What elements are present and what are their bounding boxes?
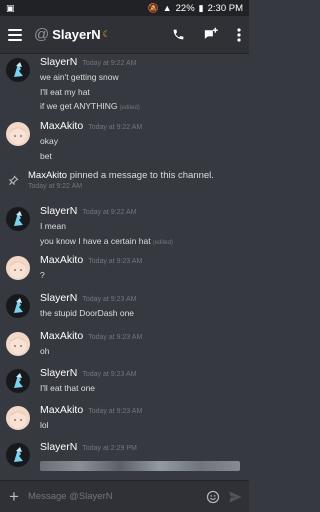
message-input[interactable] xyxy=(28,491,198,502)
message-text: bet xyxy=(40,150,52,161)
message-line-with-edit: if we get ANYTHING (edited) xyxy=(40,99,245,114)
message-list: SlayerN Today at 9:22 AM we ain't gettin… xyxy=(0,54,249,480)
author-name[interactable]: SlayerN xyxy=(40,205,77,217)
avatar[interactable] xyxy=(6,122,30,146)
image-attachment-preview[interactable] xyxy=(40,461,240,471)
message-text: ? xyxy=(40,270,45,280)
avatar[interactable] xyxy=(6,369,30,393)
timestamp: Today at 9:22 AM xyxy=(28,183,83,190)
avatar[interactable] xyxy=(6,294,30,318)
idle-status-icon: ☾ xyxy=(102,29,111,39)
timestamp: Today at 9:22 AM xyxy=(82,60,137,67)
avatar[interactable] xyxy=(6,256,30,280)
pinner-name[interactable]: MaxAkito xyxy=(28,170,67,181)
send-icon[interactable] xyxy=(228,490,243,504)
pin-notice-text: MaxAkito pinned a message to this channe… xyxy=(28,170,214,181)
message-text: you know I have a certain hat xyxy=(40,235,151,246)
author-name[interactable]: MaxAkito xyxy=(40,330,83,342)
timestamp: Today at 9:23 AM xyxy=(88,258,143,265)
edited-label: (edited) xyxy=(119,105,140,111)
author-name[interactable]: SlayerN xyxy=(40,441,77,453)
timestamp: Today at 2:29 PM xyxy=(82,445,137,452)
status-bar: ▣ 🔕 ▲ 22% ▮ 2:30 PM xyxy=(0,0,249,16)
battery-level: 22% xyxy=(175,2,195,14)
timestamp: Today at 9:22 AM xyxy=(88,124,143,131)
timestamp: Today at 9:23 AM xyxy=(88,408,143,415)
mute-icon: 🔕 xyxy=(147,2,159,13)
author-name[interactable]: SlayerN xyxy=(40,56,77,68)
message-composer: + xyxy=(0,480,249,512)
avatar[interactable] xyxy=(6,58,30,82)
emoji-icon[interactable] xyxy=(206,490,220,504)
timestamp: Today at 9:23 AM xyxy=(82,371,137,378)
author-name[interactable]: SlayerN xyxy=(40,292,77,304)
avatar[interactable] xyxy=(6,332,30,356)
author-name[interactable]: MaxAkito xyxy=(40,404,83,416)
message-text: I'll eat that one xyxy=(40,383,96,393)
message-text: I mean xyxy=(40,221,66,231)
message-text: oh xyxy=(40,346,50,356)
author-name[interactable]: SlayerN xyxy=(40,367,77,379)
avatar[interactable] xyxy=(6,406,30,430)
dm-title: SlayerN xyxy=(52,27,101,42)
timestamp: Today at 9:23 AM xyxy=(82,296,137,303)
channel-header: @ SlayerN ☾ xyxy=(0,16,249,54)
edited-label: (edited) xyxy=(152,239,173,246)
menu-icon[interactable] xyxy=(8,28,22,41)
author-name[interactable]: MaxAkito xyxy=(40,120,83,132)
message-text: if we get ANYTHING xyxy=(40,101,118,111)
gallery-notification-icon: ▣ xyxy=(6,2,15,13)
message-text: we ain't getting snow xyxy=(40,72,119,82)
more-vert-icon[interactable] xyxy=(237,27,241,42)
message-line-with-edit: you know I have a certain hat (edited) xyxy=(40,234,245,249)
plus-icon[interactable]: + xyxy=(6,488,22,505)
avatar[interactable] xyxy=(6,207,30,231)
pin-notice-body: pinned a message to this channel. xyxy=(69,170,214,181)
pin-icon xyxy=(8,173,19,191)
message-text: I'll eat my hat xyxy=(40,86,90,97)
at-sign-icon: @ xyxy=(34,26,50,43)
clock: 2:30 PM xyxy=(207,2,243,14)
message-text: okay xyxy=(40,136,58,146)
message-text: the stupid DoorDash one xyxy=(40,308,135,318)
new-group-dm-icon[interactable] xyxy=(203,27,219,42)
phone-icon[interactable] xyxy=(172,28,185,41)
message-text: lol xyxy=(40,420,49,430)
author-name[interactable]: MaxAkito xyxy=(40,254,83,266)
battery-icon: ▮ xyxy=(198,2,204,13)
timestamp: Today at 9:23 AM xyxy=(88,334,143,341)
avatar[interactable] xyxy=(6,443,30,467)
timestamp: Today at 9:22 AM xyxy=(82,209,137,216)
signal-icon: ▲ xyxy=(162,2,172,13)
